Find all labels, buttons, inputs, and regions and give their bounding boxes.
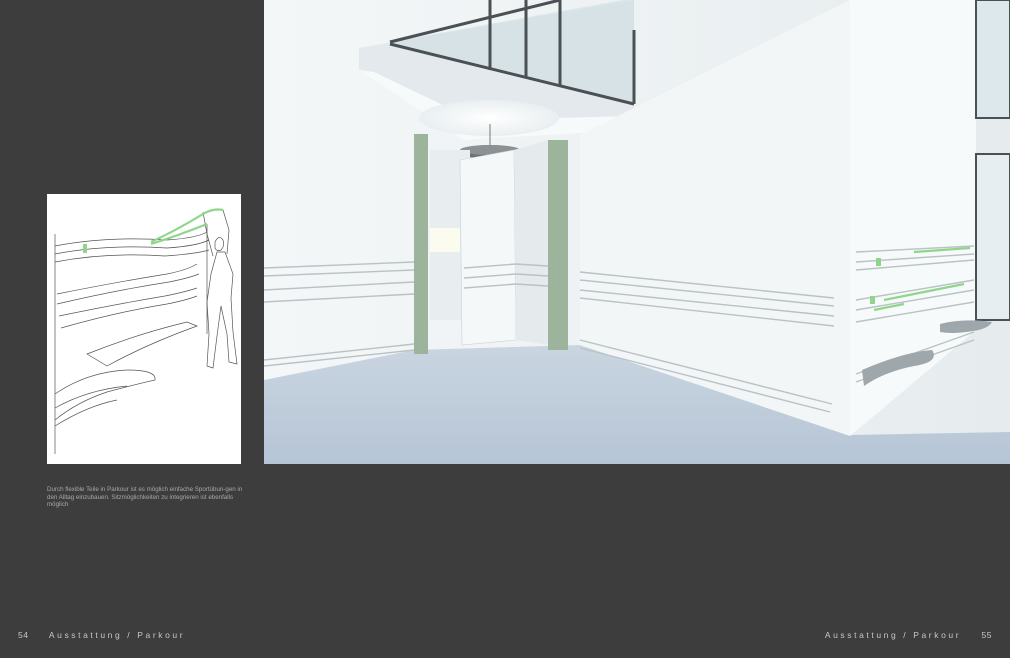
- page-number-left: 54: [18, 630, 29, 640]
- sketch-illustration: [47, 194, 241, 464]
- image-caption: Durch flexible Teile in Parkour ist es m…: [47, 486, 243, 509]
- section-title-left: Ausstattung / Parkour: [48, 630, 186, 640]
- section-title-right: Ausstattung / Parkour: [824, 630, 962, 640]
- footer-left: 54 Ausstattung / Parkour: [18, 630, 185, 640]
- interior-render: [264, 0, 1010, 464]
- footer-right: Ausstattung / Parkour 55: [825, 630, 992, 640]
- page-number-right: 55: [981, 630, 992, 640]
